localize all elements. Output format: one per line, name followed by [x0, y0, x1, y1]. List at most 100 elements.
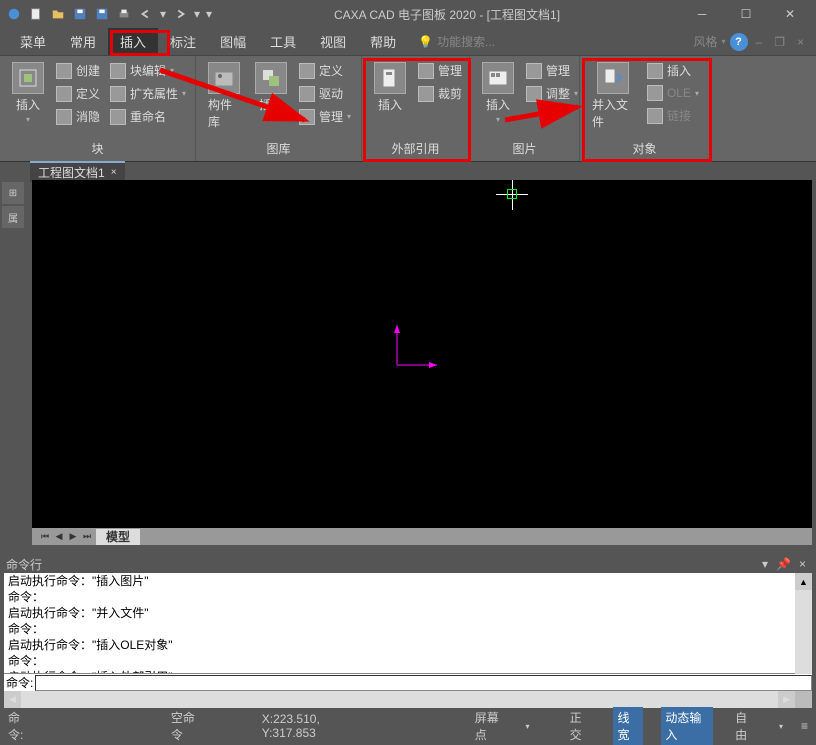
- toggle-dynamic-input[interactable]: 动态输入: [661, 707, 713, 745]
- doc-tab-close-icon[interactable]: ×: [111, 167, 117, 178]
- redo-icon[interactable]: [170, 4, 190, 24]
- menu-annotate[interactable]: 标注: [158, 28, 208, 55]
- drawing-canvas[interactable]: [32, 180, 812, 528]
- menu-help[interactable]: 帮助: [358, 28, 408, 55]
- image-manage-icon: [526, 63, 542, 79]
- block-attr-button[interactable]: 扩充属性▾: [106, 83, 190, 104]
- document-tab[interactable]: 工程图文档1 ×: [30, 161, 125, 182]
- open-icon[interactable]: [48, 4, 68, 24]
- minimize-button[interactable]: ─: [680, 0, 724, 28]
- app-title: CAXA CAD 电子图板 2020 - [工程图文档1]: [214, 6, 680, 23]
- lib-drive-button[interactable]: 驱动: [295, 83, 355, 104]
- save-icon[interactable]: [70, 4, 90, 24]
- model-tab[interactable]: 模型: [96, 529, 140, 545]
- chevron-down-icon: ▾: [269, 115, 273, 124]
- xref-insert-icon: [374, 62, 406, 94]
- component-lib-button[interactable]: 构件库: [202, 60, 247, 132]
- close-button[interactable]: ✕: [768, 0, 812, 28]
- image-manage-button[interactable]: 管理: [522, 60, 582, 81]
- block-hide-button[interactable]: 消隐: [52, 106, 104, 127]
- tool-2[interactable]: 属: [2, 206, 24, 228]
- cmd-vertical-scrollbar[interactable]: ▲: [795, 573, 812, 674]
- block-create-button[interactable]: 创建: [52, 60, 104, 81]
- menu-main[interactable]: 菜单: [8, 28, 58, 55]
- cmdwin-pin-icon[interactable]: ▾: [758, 557, 772, 571]
- block-define-button[interactable]: 定义: [52, 83, 104, 104]
- redo-dd-icon[interactable]: ▾: [192, 4, 202, 24]
- style-label[interactable]: 风格: [694, 33, 718, 50]
- scroll-left-icon[interactable]: ◀: [4, 691, 21, 708]
- undo-icon[interactable]: [136, 4, 156, 24]
- horizontal-scrollbar[interactable]: [144, 528, 812, 545]
- status-coords: X:223.510, Y:317.853: [262, 712, 367, 740]
- command-input[interactable]: [35, 675, 812, 691]
- status-cmd-label: 命令:: [8, 709, 33, 743]
- command-window-header: 命令行 ▾ 📌 ×: [0, 555, 816, 573]
- scroll-right-icon[interactable]: ▶: [778, 691, 795, 708]
- panel-block: 插入 ▾ 创建 定义 消隐 块编辑▾ 扩充属性▾ 重命名 块: [0, 56, 196, 161]
- window-controls: ─ ☐ ✕: [680, 0, 812, 28]
- cmd-line: 命令：: [8, 589, 808, 605]
- tab-prev-icon[interactable]: ◀: [52, 529, 66, 544]
- obj-insert-button[interactable]: 插入: [643, 60, 703, 81]
- help-icon[interactable]: ?: [730, 33, 748, 51]
- scroll-up-icon[interactable]: ▲: [795, 573, 812, 590]
- lib-insert-icon: [255, 62, 287, 94]
- image-adjust-button[interactable]: 调整▾: [522, 83, 582, 104]
- menu-sheet[interactable]: 图幅: [208, 28, 258, 55]
- cmdwin-close-icon[interactable]: ×: [795, 557, 810, 571]
- chevron-down-icon: ▾: [26, 115, 30, 124]
- tool-1[interactable]: ⊞: [2, 182, 24, 204]
- obj-ole-button[interactable]: OLE▾: [643, 83, 703, 103]
- lib-manage-icon: [299, 109, 315, 125]
- block-edit-button[interactable]: 块编辑▾: [106, 60, 190, 81]
- cmdwin-dropdown-icon[interactable]: 📌: [772, 557, 795, 571]
- cmd-line: 命令：: [8, 653, 808, 669]
- menu-view[interactable]: 视图: [308, 28, 358, 55]
- lib-drive-icon: [299, 86, 315, 102]
- obj-link-icon: [647, 108, 663, 124]
- lib-manage-button[interactable]: 管理▾: [295, 106, 355, 127]
- toggle-lineweight[interactable]: 线宽: [613, 707, 643, 745]
- tab-first-icon[interactable]: ⏮: [38, 529, 52, 544]
- panel-xref: 插入 管理 裁剪 外部引用: [362, 56, 470, 161]
- new-icon[interactable]: [26, 4, 46, 24]
- model-tab-row: ⏮ ◀ ▶ ⏭ 模型: [32, 528, 812, 545]
- status-menu-icon[interactable]: ≡: [801, 719, 808, 733]
- block-rename-button[interactable]: 重命名: [106, 106, 190, 127]
- saveas-icon[interactable]: [92, 4, 112, 24]
- toggle-free[interactable]: 自由: [731, 707, 761, 745]
- menu-tools[interactable]: 工具: [258, 28, 308, 55]
- lib-insert-button[interactable]: 插入 ▾: [249, 60, 293, 126]
- obj-link-button[interactable]: 链接: [643, 105, 703, 126]
- status-screen-point[interactable]: 屏幕点: [475, 709, 508, 743]
- toggle-ortho[interactable]: 正交: [566, 707, 596, 745]
- xref-manage-button[interactable]: 管理: [414, 60, 466, 81]
- xref-clip-button[interactable]: 裁剪: [414, 83, 466, 104]
- cmd-horizontal-scrollbar[interactable]: ◀ ▶: [4, 691, 812, 708]
- image-insert-icon: [482, 62, 514, 94]
- doc-minimize-icon[interactable]: –: [752, 35, 767, 49]
- panel-label: 图片: [470, 138, 579, 161]
- menu-insert[interactable]: 插入: [108, 28, 158, 55]
- tab-next-icon[interactable]: ▶: [66, 529, 80, 544]
- menu-common[interactable]: 常用: [58, 28, 108, 55]
- lib-define-button[interactable]: 定义: [295, 60, 355, 81]
- block-insert-button[interactable]: 插入 ▾: [6, 60, 50, 126]
- merge-file-button[interactable]: 并入文件: [586, 60, 641, 132]
- xref-insert-button[interactable]: 插入: [368, 60, 412, 115]
- qat-customize-icon[interactable]: ▾: [204, 4, 214, 24]
- doc-close-icon[interactable]: ×: [793, 35, 808, 49]
- maximize-button[interactable]: ☐: [724, 0, 768, 28]
- create-icon: [56, 63, 72, 79]
- image-insert-button[interactable]: 插入 ▾: [476, 60, 520, 126]
- undo-dd-icon[interactable]: ▾: [158, 4, 168, 24]
- doc-restore-icon[interactable]: ❐: [770, 35, 789, 49]
- lib-define-icon: [299, 63, 315, 79]
- tab-last-icon[interactable]: ⏭: [80, 529, 94, 544]
- print-icon[interactable]: [114, 4, 134, 24]
- function-search[interactable]: 💡 功能搜索...: [418, 33, 495, 50]
- app-icon[interactable]: [4, 4, 24, 24]
- panel-label: 对象: [580, 138, 709, 161]
- titlebar: ▾ ▾ ▾ CAXA CAD 电子图板 2020 - [工程图文档1] ─ ☐ …: [0, 0, 816, 28]
